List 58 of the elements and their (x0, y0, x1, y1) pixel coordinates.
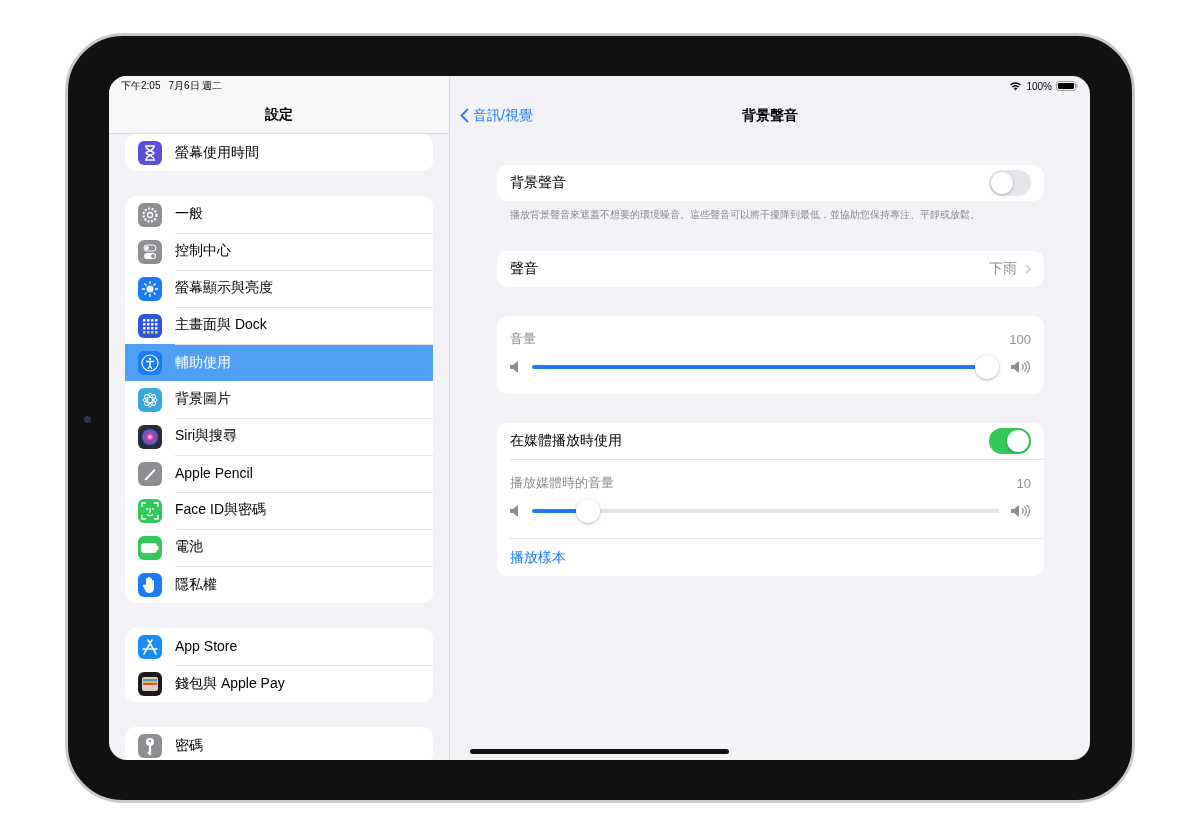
slider-reading: 10 (1016, 475, 1031, 491)
toggle-switch[interactable] (989, 428, 1031, 454)
wifi-icon (1009, 81, 1023, 91)
sidebar-item-label: 螢幕顯示與亮度 (175, 279, 273, 297)
sidebar-item-label: 錢包與 Apple Pay (175, 674, 285, 693)
sidebar-item-label: 電池 (175, 538, 203, 556)
back-link[interactable]: 音訊/視覺 (460, 106, 533, 125)
sidebar-item-label: 一般 (175, 205, 203, 223)
sidebar-item-label: 密碼 (175, 736, 203, 755)
sidebar-item[interactable]: 錢包與 Apple Pay (125, 665, 433, 702)
sidebar-item[interactable]: 主畫面與 Dock (125, 307, 433, 344)
toggle-switch[interactable] (989, 170, 1031, 196)
sidebar-item[interactable]: 密碼 (125, 727, 433, 760)
sidebar-item[interactable]: App Store (125, 628, 433, 665)
speaker-icon (510, 361, 520, 373)
battery-percent: 100% (1026, 80, 1052, 92)
sidebar-item[interactable]: 電池 (125, 529, 433, 566)
slider-reading: 100 (1009, 331, 1031, 347)
sidebar-item-label: Siri與搜尋 (175, 427, 238, 445)
camera-dot (84, 416, 91, 423)
sidebar-item[interactable]: Face ID與密碼 (125, 492, 433, 529)
status-time: 下午2:05 (121, 79, 161, 93)
status-date: 7月6日 週二 (168, 79, 223, 93)
sidebar-item-label: 控制中心 (175, 242, 231, 260)
slider-label: 音量 (510, 330, 536, 348)
sidebar-item[interactable]: 一般 (125, 196, 433, 233)
sidebar-item[interactable]: 螢幕使用時間 (125, 134, 433, 171)
sidebar-item-label: Face ID與密碼 (175, 501, 266, 519)
row-value: 下雨 (989, 260, 1017, 278)
sidebar-item-label: 主畫面與 Dock (175, 316, 267, 334)
slider-thumb[interactable] (576, 499, 601, 523)
speaker-loud-icon (1011, 505, 1031, 517)
section-footer-text: 播放背景聲音來遮蓋不想要的環境噪音。這些聲音可以將干擾降到最低，並協助您保持專注、平靜或放鬆。 (509, 208, 981, 222)
battery-icon (1056, 81, 1078, 91)
sidebar-item[interactable]: Siri與搜尋 (125, 418, 433, 455)
sidebar-item[interactable]: Apple Pencil (125, 455, 433, 492)
sidebar-item[interactable]: 背景圖片 (125, 381, 433, 418)
play-sample-link[interactable]: 播放樣本 (510, 548, 566, 567)
sidebar-item[interactable]: 控制中心 (125, 233, 433, 270)
page-title: 背景聲音 (742, 106, 798, 125)
sidebar-item-label: 輔助使用 (175, 353, 231, 372)
speaker-icon (510, 505, 520, 517)
chevron-right-icon (1025, 264, 1031, 274)
speaker-loud-icon (1011, 361, 1031, 373)
slider-label: 播放媒體時的音量 (510, 474, 614, 492)
sidebar-item-label: Apple Pencil (175, 465, 253, 481)
chevron-left-icon (460, 108, 469, 123)
sidebar-title: 設定 (265, 105, 293, 124)
sidebar-item[interactable]: 螢幕顯示與亮度 (125, 270, 433, 307)
toggle-label: 背景聲音 (510, 174, 566, 192)
sidebar-item-label: App Store (175, 638, 238, 654)
sidebar-item[interactable]: 隱私權 (125, 566, 433, 603)
sidebar-item-label: 隱私權 (175, 575, 217, 594)
toggle-label: 在媒體播放時使用 (510, 432, 622, 450)
slider-thumb[interactable] (975, 355, 999, 379)
sidebar-item-label: 背景圖片 (175, 390, 231, 408)
row-label: 聲音 (510, 260, 538, 278)
sidebar-item-label: 螢幕使用時間 (175, 143, 259, 162)
